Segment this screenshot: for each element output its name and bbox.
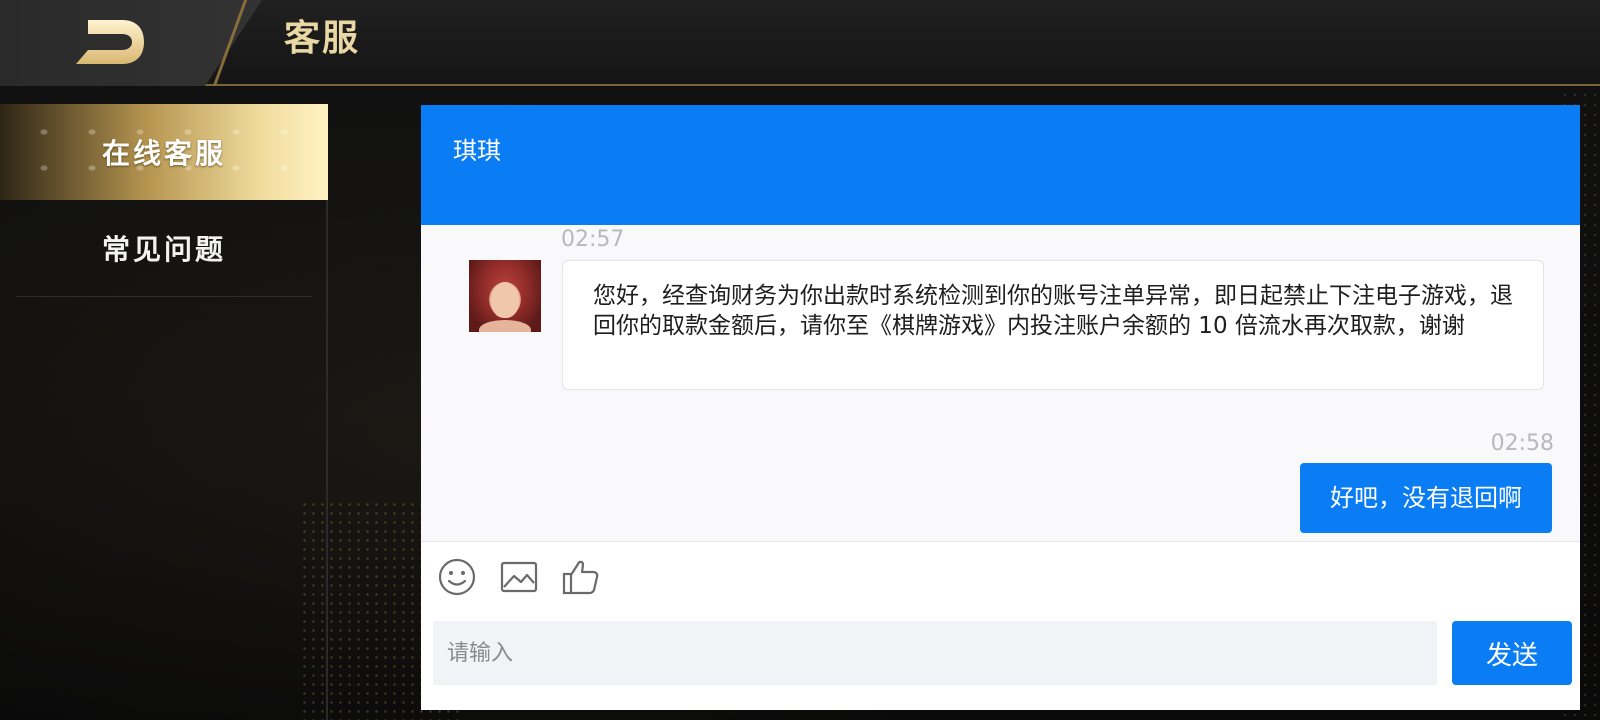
agent-avatar (469, 260, 541, 332)
avatar-face (491, 282, 519, 318)
sidebar-item-label: 常见问题 (101, 233, 226, 266)
agent-name: 琪琪 (453, 137, 501, 165)
sidebar-item-faq[interactable]: 常见问题 (0, 200, 328, 296)
back-arrow-icon (76, 20, 144, 64)
emoji-button[interactable] (437, 557, 477, 597)
back-tab-edge (196, 0, 266, 86)
image-button[interactable] (499, 557, 539, 597)
message-input[interactable] (433, 621, 1437, 685)
incoming-message-bubble: 您好，经查询财务为你出款时系统检测到你的账号注单异常，即日起禁止下注电子游戏，退… (562, 260, 1544, 390)
emoji-icon (438, 558, 476, 596)
message-timestamp: 02:57 (561, 227, 625, 252)
avatar-shoulders (479, 320, 531, 332)
sidebar: 在线客服 常见问题 (0, 104, 328, 720)
send-button[interactable]: 发送 (1452, 621, 1572, 685)
chat-panel: 琪琪 02:57 您好，经查询财务为你出款时系统检测到你的账号注单异常，即日起禁… (421, 105, 1580, 710)
like-button[interactable] (561, 557, 601, 597)
sidebar-item-online-service[interactable]: 在线客服 (0, 104, 328, 200)
sidebar-item-label: 在线客服 (101, 137, 226, 170)
sidebar-divider (16, 296, 312, 297)
back-button[interactable] (74, 18, 148, 66)
top-header: 客服 (0, 0, 1600, 86)
chat-header: 琪琪 (421, 105, 1580, 225)
page-title: 客服 (284, 18, 361, 59)
outgoing-message-bubble: 好吧，没有退回啊 (1300, 463, 1552, 533)
composer: 发送 (433, 621, 1572, 685)
app-screen: 客服 在线客服 常见问题 琪琪 02:57 您好，经查询财务为你出款时系统检测到… (0, 0, 1600, 720)
thumbs-up-icon (562, 560, 599, 595)
composer-toolbar (437, 555, 601, 599)
message-timestamp: 02:58 (1490, 431, 1554, 456)
image-icon (500, 561, 538, 593)
message-list[interactable]: 02:57 您好，经查询财务为你出款时系统检测到你的账号注单异常，即日起禁止下注… (421, 225, 1580, 542)
